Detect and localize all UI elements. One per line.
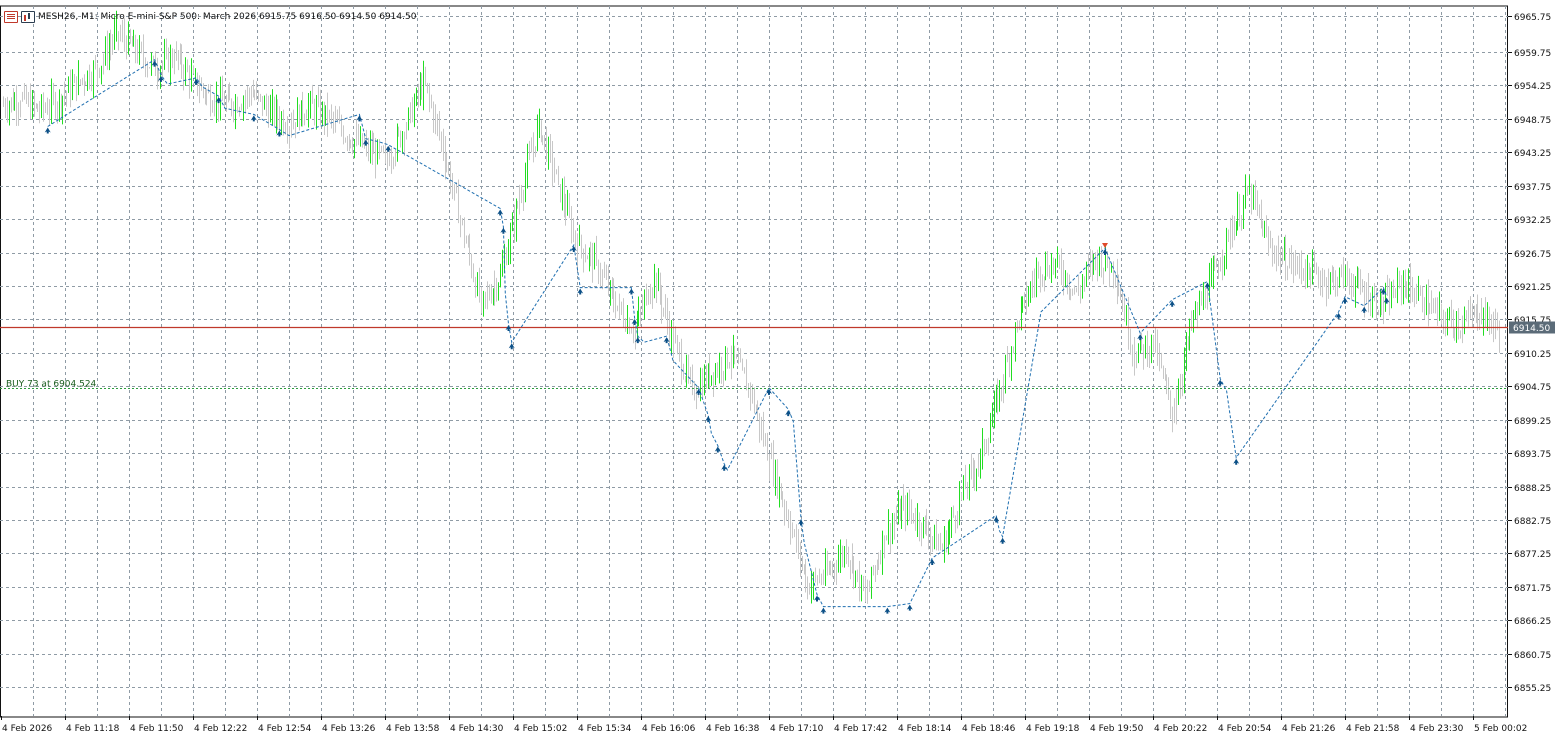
y-tick-label: 6943.25 (1514, 149, 1551, 159)
x-tick-label: 4 Feb 20:54 (1218, 724, 1272, 734)
y-tick-label: 6948.75 (1514, 116, 1551, 126)
y-tick-label: 6954.25 (1514, 82, 1551, 92)
y-tick-label: 6855.25 (1514, 684, 1551, 694)
x-tick-label: 4 Feb 16:06 (642, 724, 696, 734)
x-tick-label: 4 Feb 17:10 (770, 724, 824, 734)
y-tick-label: 6860.75 (1514, 651, 1551, 661)
order-label: BUY 73 at 6904.524 (6, 380, 97, 390)
x-tick-label: 4 Feb 13:58 (386, 724, 440, 734)
buy-arrow-icon (663, 337, 670, 344)
x-tick-label: 4 Feb 18:46 (962, 724, 1016, 734)
x-tick-label: 4 Feb 12:54 (258, 724, 312, 734)
x-tick-label: 4 Feb 15:02 (514, 724, 567, 734)
y-tick-label: 6882.75 (1514, 517, 1551, 527)
y-tick-label: 6871.75 (1514, 584, 1551, 594)
buy-arrow-icon (884, 607, 891, 614)
buy-arrow-icon (44, 127, 51, 134)
chart-window[interactable]: 6965.75 6959.75 6954.25 6948.75 6943.25 6937.… (0, 0, 1556, 739)
y-tick-label: 6866.25 (1514, 617, 1551, 627)
x-tick-label: 4 Feb 23:30 (1410, 724, 1464, 734)
buy-arrow-icon (362, 139, 369, 146)
buy-arrow-icon (820, 607, 827, 614)
x-tick-label: 4 Feb 2026 (2, 724, 53, 734)
buy-arrow-icon (1233, 458, 1240, 465)
y-tick-label: 6932.25 (1514, 216, 1551, 226)
buy-arrow-icon (497, 209, 504, 216)
x-tick-label: 4 Feb 20:22 (1154, 724, 1207, 734)
y-tick-label: 6899.25 (1514, 417, 1551, 427)
x-tick-label: 4 Feb 21:58 (1346, 724, 1400, 734)
y-tick-label: 6965.75 (1514, 13, 1551, 23)
x-tick-label: 4 Feb 21:26 (1282, 724, 1336, 734)
buy-arrow-icon (785, 410, 792, 417)
y-tick-label: 6959.75 (1514, 49, 1551, 59)
price-chart[interactable]: 6965.75 6959.75 6954.25 6948.75 6943.25 6937.… (0, 0, 1556, 739)
y-tick-label: 6877.25 (1514, 550, 1551, 560)
y-tick-label: 6937.75 (1514, 183, 1551, 193)
buy-arrow-icon (1361, 306, 1368, 313)
buy-arrow-icon (250, 115, 257, 122)
x-tick-label: 4 Feb 14:30 (450, 724, 504, 734)
buy-arrow-icon (929, 558, 936, 565)
x-tick-label: 4 Feb 15:34 (578, 724, 632, 734)
buy-arrow-icon (1335, 312, 1342, 319)
x-tick-label: 4 Feb 13:26 (322, 724, 376, 734)
current-price-label: 6914.50 (1513, 324, 1550, 334)
candles (3, 10, 1500, 604)
y-tick-label: 6921.25 (1514, 283, 1551, 293)
buy-arrow-icon (628, 288, 635, 295)
buy-arrow-icon (714, 446, 721, 453)
sell-arrow-icon (1102, 243, 1108, 249)
buy-arrow-icon (193, 78, 200, 85)
buy-arrow-icon (999, 537, 1006, 544)
x-tick-label: 4 Feb 17:42 (834, 724, 887, 734)
chart-title: MESH26, M1: Micro E-mini S&P 500: March … (38, 12, 417, 22)
y-tick-label: 6904.75 (1514, 383, 1551, 393)
x-tick-label: 5 Feb 00:02 (1474, 724, 1527, 734)
x-tick-label: 4 Feb 19:18 (1026, 724, 1080, 734)
x-tick-label: 4 Feb 12:22 (194, 724, 247, 734)
buy-arrow-icon (1137, 334, 1144, 341)
buy-arrow-icon (577, 288, 584, 295)
y-tick-label: 6910.25 (1514, 350, 1551, 360)
chart-menu-icon[interactable] (4, 11, 18, 23)
buy-arrow-icon (1383, 297, 1390, 304)
buy-arrow-icon (385, 145, 392, 152)
y-tick-label: 6888.25 (1514, 484, 1551, 494)
x-tick-label: 4 Feb 11:50 (130, 724, 184, 734)
buy-arrow-icon (705, 416, 712, 423)
x-tick-label: 4 Feb 19:50 (1090, 724, 1144, 734)
x-tick-label: 4 Feb 11:18 (66, 724, 120, 734)
buy-arrow-icon (906, 604, 913, 611)
bar-chart-icon[interactable] (21, 11, 35, 23)
y-tick-label: 6893.75 (1514, 450, 1551, 460)
y-tick-label: 6926.75 (1514, 250, 1551, 260)
x-tick-label: 4 Feb 18:14 (898, 724, 952, 734)
buy-arrow-icon (500, 227, 507, 234)
x-tick-label: 4 Feb 16:38 (706, 724, 760, 734)
chart-header: MESH26, M1: Micro E-mini S&P 500: March … (4, 9, 416, 25)
